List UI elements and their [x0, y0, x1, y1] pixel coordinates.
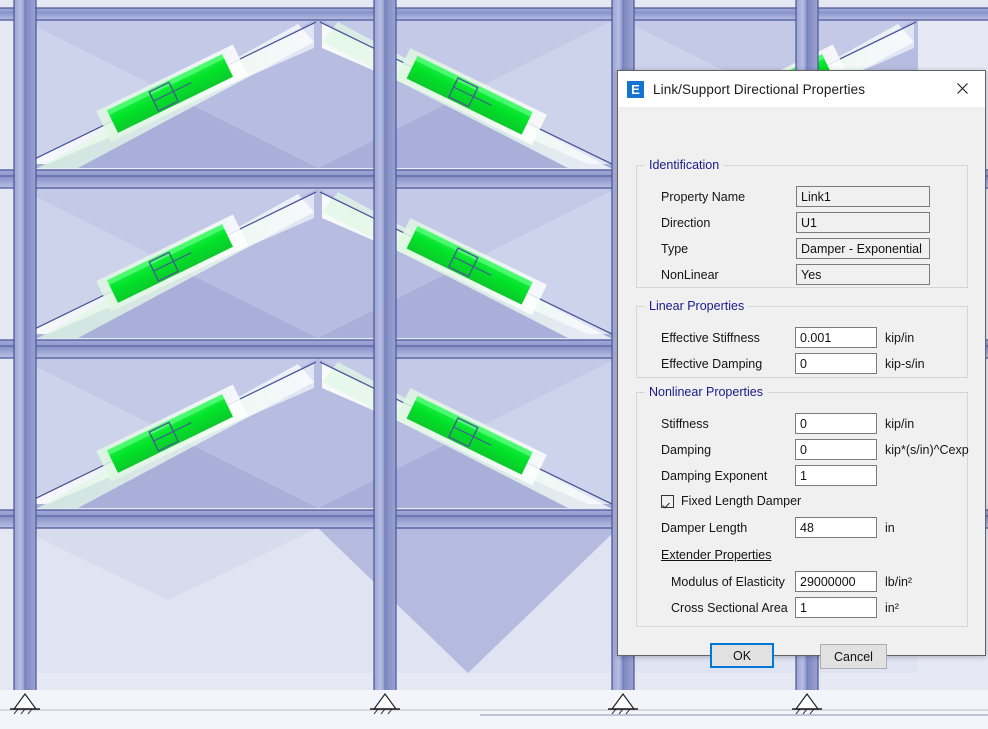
- damping-unit: kip*(s/in)^Cexp: [885, 443, 969, 457]
- etabs-e-icon: E: [627, 80, 644, 98]
- link-support-directional-properties-dialog: E Link/Support Directional Properties Id…: [617, 70, 986, 669]
- damping-input[interactable]: [795, 439, 877, 460]
- effective-stiffness-row: Effective Stiffness kip/in: [637, 327, 969, 349]
- type-row: Type: [637, 238, 969, 260]
- ground-line: [0, 690, 988, 729]
- damping-exponent-input[interactable]: [795, 465, 877, 486]
- close-icon: [957, 83, 968, 94]
- damper-length-input[interactable]: [795, 517, 877, 538]
- nonlinear-row: NonLinear: [637, 264, 969, 286]
- cross-sectional-area-unit: in²: [885, 601, 899, 615]
- effective-damping-unit: kip-s/in: [885, 357, 925, 371]
- direction-field[interactable]: [796, 212, 930, 233]
- effective-stiffness-unit: kip/in: [885, 331, 915, 345]
- modulus-of-elasticity-input[interactable]: [795, 571, 877, 592]
- effective-damping-label: Effective Damping: [661, 357, 763, 371]
- extender-properties-heading: Extender Properties: [661, 548, 772, 562]
- type-label: Type: [661, 242, 689, 256]
- fixed-length-damper-checkbox[interactable]: Fixed Length Damper: [661, 494, 801, 508]
- effective-damping-row: Effective Damping kip-s/in: [637, 353, 969, 375]
- damping-label: Damping: [661, 443, 712, 457]
- dialog-titlebar[interactable]: E Link/Support Directional Properties: [618, 71, 985, 108]
- modulus-of-elasticity-label: Modulus of Elasticity: [671, 575, 785, 589]
- nonlinear-label: NonLinear: [661, 268, 719, 282]
- checkbox-icon: [661, 494, 674, 508]
- property-name-field[interactable]: [796, 186, 930, 207]
- direction-label: Direction: [661, 216, 711, 230]
- linear-properties-legend: Linear Properties: [649, 299, 745, 313]
- stiffness-label: Stiffness: [661, 417, 709, 431]
- cross-sectional-area-input[interactable]: [795, 597, 877, 618]
- cross-sectional-area-row: Cross Sectional Area in²: [637, 597, 969, 619]
- dialog-title: Link/Support Directional Properties: [653, 81, 866, 97]
- damping-row: Damping kip*(s/in)^Cexp: [637, 439, 969, 461]
- effective-stiffness-label: Effective Stiffness: [661, 331, 760, 345]
- stiffness-unit: kip/in: [885, 417, 915, 431]
- dialog-body: Identification Property Name Direction T…: [618, 108, 985, 669]
- identification-group: Identification Property Name Direction T…: [636, 158, 968, 288]
- damper-length-row: Damper Length in: [637, 517, 969, 539]
- stiffness-input[interactable]: [795, 413, 877, 434]
- damping-exponent-row: Damping Exponent: [637, 465, 969, 487]
- fixed-length-damper-label: Fixed Length Damper: [681, 494, 802, 508]
- nonlinear-field[interactable]: [796, 264, 930, 285]
- direction-row: Direction: [637, 212, 969, 234]
- property-name-row: Property Name: [637, 186, 969, 208]
- cancel-button[interactable]: Cancel: [820, 644, 887, 669]
- nonlinear-properties-group: Nonlinear Properties Stiffness kip/in Da…: [636, 385, 969, 627]
- ok-button[interactable]: OK: [710, 643, 774, 668]
- cross-sectional-area-label: Cross Sectional Area: [671, 601, 788, 615]
- property-name-label: Property Name: [661, 190, 746, 204]
- damping-exponent-label: Damping Exponent: [661, 469, 768, 483]
- modulus-of-elasticity-unit: lb/in²: [885, 575, 913, 589]
- nonlinear-properties-legend: Nonlinear Properties: [649, 385, 763, 399]
- damper-length-unit: in: [885, 521, 895, 535]
- close-button[interactable]: [940, 71, 985, 106]
- effective-damping-input[interactable]: [795, 353, 877, 374]
- effective-stiffness-input[interactable]: [795, 327, 877, 348]
- type-field[interactable]: [796, 238, 930, 259]
- modulus-of-elasticity-row: Modulus of Elasticity lb/in²: [637, 571, 969, 593]
- identification-legend: Identification: [649, 158, 720, 172]
- damper-length-label: Damper Length: [661, 521, 748, 535]
- linear-properties-group: Linear Properties Effective Stiffness ki…: [636, 299, 968, 378]
- stiffness-row: Stiffness kip/in: [637, 413, 969, 435]
